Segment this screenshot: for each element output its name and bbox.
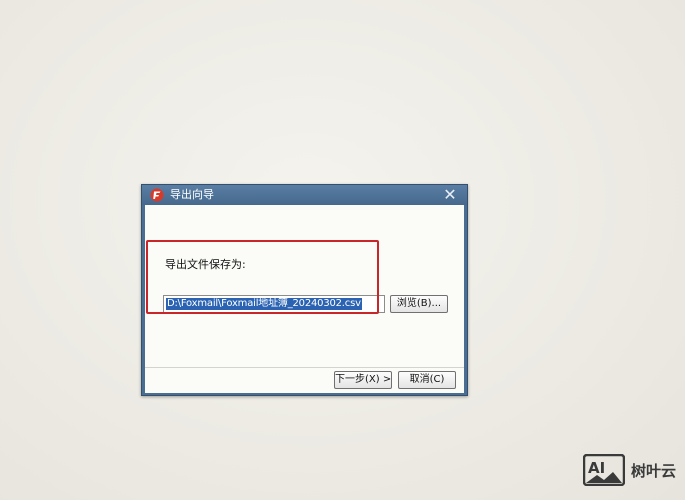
- browse-button[interactable]: 浏览(B)...: [390, 295, 448, 313]
- watermark-text: 树叶云: [631, 462, 677, 480]
- cancel-button[interactable]: 取消(C): [398, 371, 456, 389]
- watermark: AI 树叶云: [583, 452, 681, 488]
- dialog-titlebar[interactable]: 导出向导 ✕: [142, 185, 467, 205]
- close-icon[interactable]: ✕: [442, 187, 458, 203]
- dialog-title: 导出向导: [170, 188, 214, 201]
- ai-logo-icon: AI: [583, 454, 625, 486]
- button-area-divider: [145, 367, 464, 368]
- red-highlight-annotation: [146, 240, 379, 314]
- next-button[interactable]: 下一步(X) >: [334, 371, 392, 389]
- foxmail-logo-icon: [150, 188, 164, 202]
- watermark-logo-text: AI: [588, 459, 605, 477]
